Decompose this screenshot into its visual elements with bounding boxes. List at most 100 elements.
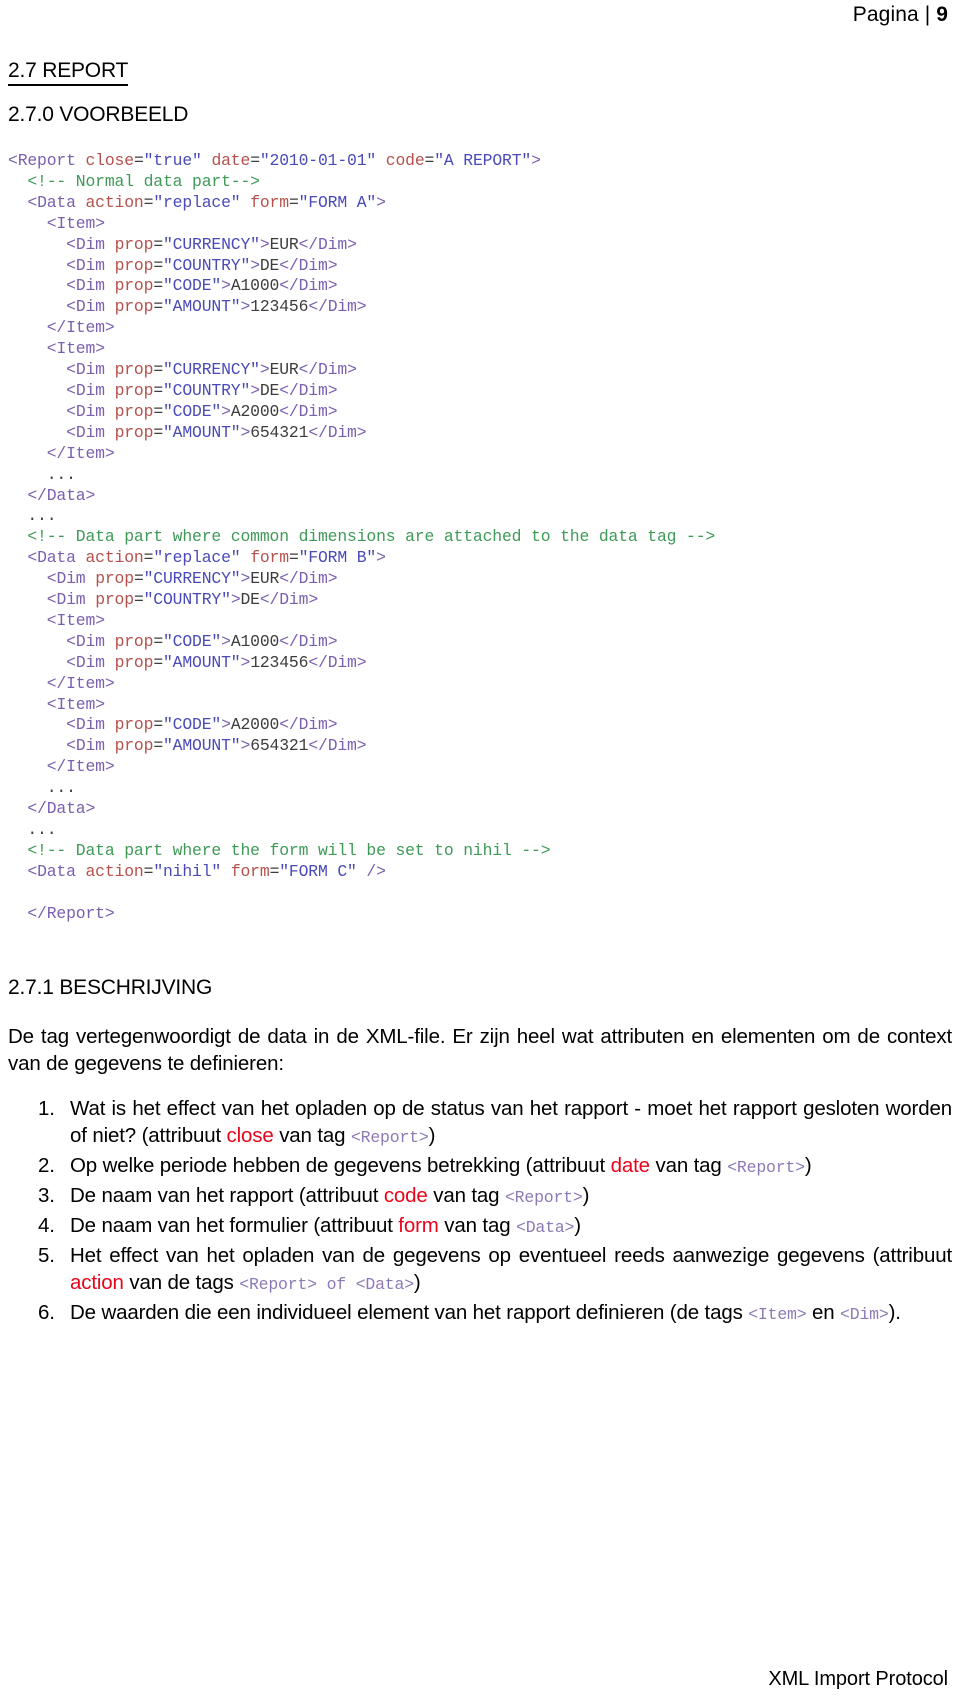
code-token-punct: <: [8, 652, 76, 672]
code-line: </Report>: [8, 904, 952, 925]
code-token-punct: </: [8, 485, 47, 505]
code-token-tag: Dim: [318, 234, 348, 254]
code-token-txt: =: [153, 255, 163, 275]
code-token-tag: Dim: [327, 422, 357, 442]
code-token-punct: </: [279, 255, 299, 275]
code-token-punct: >: [104, 443, 115, 463]
inline-tag-reference: <Dim>: [840, 1304, 889, 1324]
code-token-tag: Dim: [75, 736, 105, 756]
code-token-punct: >: [85, 485, 96, 505]
code-token-txt: =: [133, 590, 144, 610]
code-line: <Dim prop="CODE">A2000</Dim>: [8, 715, 952, 736]
code-token-punct: <: [8, 569, 57, 589]
code-token-val: "COUNTRY": [163, 255, 251, 275]
code-line: </Item>: [8, 674, 952, 695]
code-token-tag: Item: [66, 443, 105, 463]
code-token-txt: =: [153, 297, 163, 317]
code-token-punct: </: [308, 422, 328, 442]
code-token-attr: prop: [114, 401, 154, 421]
code-token-punct: <: [8, 213, 57, 233]
code-token-attr: code: [385, 151, 425, 170]
inline-attribute-name: form: [398, 1213, 439, 1237]
code-token-tag: Dim: [75, 652, 105, 672]
page-number: 9: [936, 3, 948, 26]
code-token-punct: </: [8, 318, 67, 338]
code-token-punct: >: [327, 255, 338, 275]
code-token-attr: prop: [114, 652, 154, 672]
code-token-tag: Dim: [298, 569, 328, 589]
code-line: ...: [8, 820, 952, 841]
code-line: </Item>: [8, 444, 952, 465]
code-token-tag: Dim: [318, 360, 348, 380]
code-token-tag: Data: [37, 548, 76, 568]
inline-text: van tag: [427, 1183, 505, 1207]
code-token-txt: =: [153, 380, 163, 400]
code-token-txt: =: [143, 548, 154, 568]
code-token-val: "FORM B": [298, 548, 377, 568]
inline-text: en: [806, 1300, 841, 1324]
code-token-tag: Dim: [75, 360, 105, 380]
document-page: Pagina | 9 2.7 REPORT 2.7.0 VOORBEELD <R…: [0, 0, 960, 1706]
code-token-tag: Dim: [298, 715, 328, 735]
code-token-punct: <: [8, 694, 57, 714]
code-token-punct: >: [327, 715, 338, 735]
code-token-punct: >: [240, 569, 251, 589]
code-token-val: "CODE": [163, 401, 222, 421]
code-token-tag: Dim: [75, 380, 105, 400]
page-header: Pagina | 9: [8, 0, 952, 28]
code-token-tag: Dim: [298, 380, 328, 400]
code-token-txt: =: [153, 234, 163, 254]
inline-attribute-name: action: [70, 1270, 124, 1294]
inline-text: van de tags: [123, 1270, 240, 1294]
code-line: </Item>: [8, 757, 952, 778]
code-token-punct: <: [8, 590, 57, 610]
code-token-txt: DE: [240, 590, 261, 610]
code-token-punct: >: [376, 548, 386, 568]
code-token-attr: prop: [114, 380, 154, 400]
code-line: </Item>: [8, 318, 952, 339]
code-token-punct: </: [8, 757, 67, 777]
code-token-val: "replace": [153, 192, 241, 212]
code-token-punct: >: [104, 673, 115, 693]
code-token-punct: </: [8, 443, 67, 463]
code-token-txt: ...: [8, 464, 76, 484]
inline-text: van tag: [273, 1123, 351, 1147]
code-token-tag: Data: [46, 485, 86, 505]
code-line: ...: [8, 465, 952, 486]
code-token-comment: <!-- Data part where the form will be se…: [8, 840, 551, 860]
code-token-attr: prop: [114, 360, 154, 380]
inline-tag-reference: <Report>: [504, 1187, 583, 1207]
inline-text: De naam van het rapport (attribuut: [70, 1183, 384, 1207]
code-token-tag: Dim: [279, 590, 309, 610]
code-token-punct: >: [240, 297, 251, 317]
code-token-txt: EUR: [250, 569, 280, 589]
code-token-punct: >: [240, 652, 251, 672]
code-token-val: "FORM C": [279, 861, 357, 881]
inline-tag-reference: <Report>: [727, 1157, 805, 1177]
code-token-punct: >: [259, 234, 270, 254]
code-token-punct: >: [240, 736, 251, 756]
code-token-txt: A2000: [230, 715, 280, 735]
code-line: </Data>: [8, 799, 952, 820]
code-token-tag: Dim: [75, 715, 105, 735]
code-token-tag: Data: [46, 799, 86, 819]
list-item: De waarden die een individueel element v…: [8, 1299, 952, 1328]
code-token-txt: =: [250, 151, 260, 170]
code-token-attr: prop: [114, 255, 154, 275]
code-token-punct: </: [308, 297, 328, 317]
code-token-tag: Dim: [56, 590, 86, 610]
code-token-tag: Dim: [298, 401, 328, 421]
code-token-attr: prop: [95, 590, 134, 610]
code-token-punct: >: [531, 151, 541, 170]
code-token-punct: >: [327, 380, 338, 400]
code-line: <Dim prop="COUNTRY">DE</Dim>: [8, 590, 952, 611]
code-token-tag: Data: [37, 861, 76, 881]
code-token-val: "CURRENCY": [163, 360, 260, 380]
